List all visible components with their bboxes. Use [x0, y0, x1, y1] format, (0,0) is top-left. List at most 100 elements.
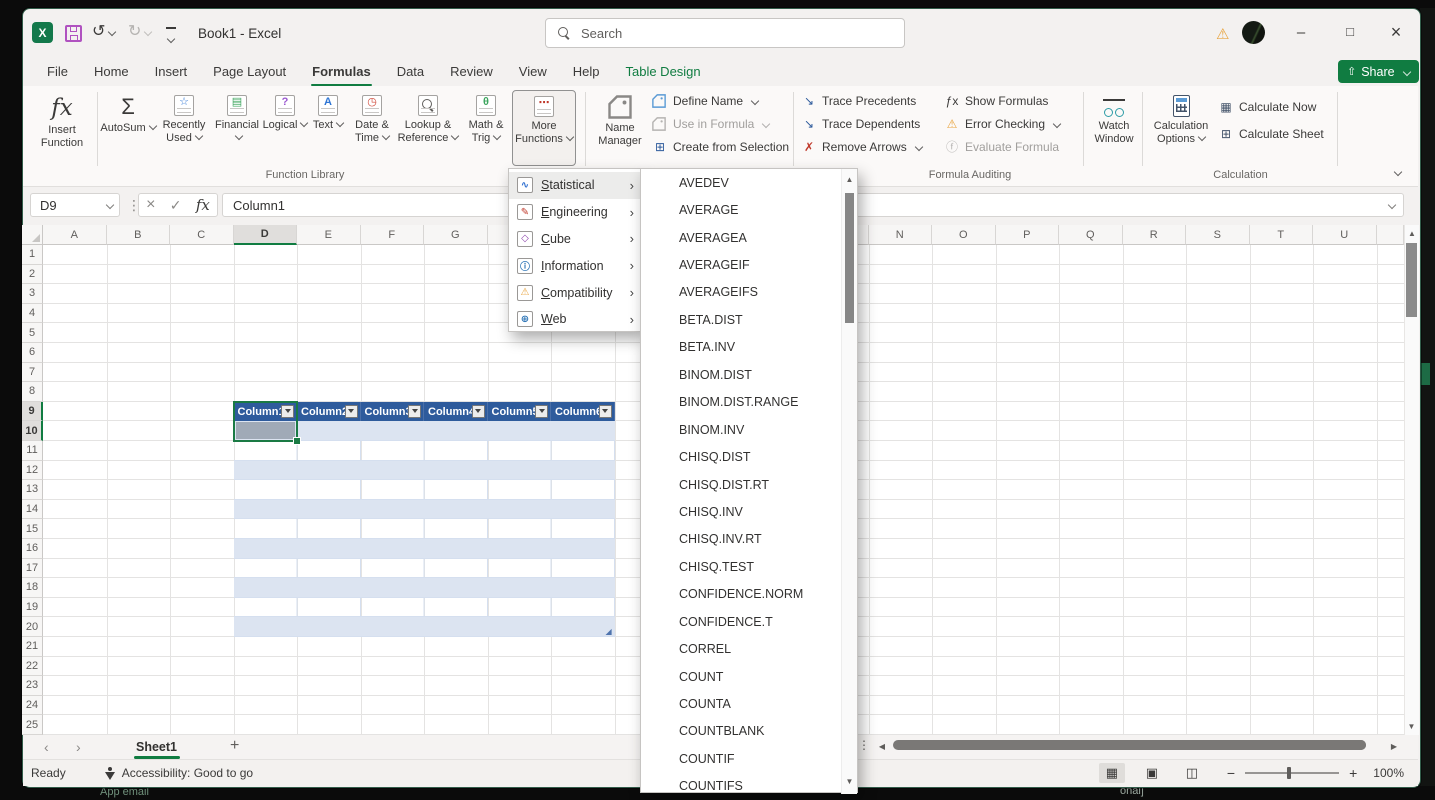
function-item-average[interactable]: AVERAGE	[641, 196, 857, 223]
row-header-2[interactable]: 2	[22, 265, 43, 285]
row-header-10[interactable]: 10	[22, 421, 43, 441]
menu-item-information[interactable]: ⓘInformation›	[509, 252, 640, 279]
undo-button[interactable]: ↺	[92, 24, 115, 40]
tab-file[interactable]: File	[34, 58, 81, 85]
name-manager-button[interactable]: NameManager	[592, 90, 648, 166]
table-row-20[interactable]	[234, 617, 615, 637]
menu-item-web[interactable]: ⊕Web›	[509, 306, 640, 333]
autosum-button[interactable]: ΣAutoSum	[100, 90, 156, 166]
tab-help[interactable]: Help	[560, 58, 613, 85]
function-item-confidence.norm[interactable]: CONFIDENCE.NORM	[641, 581, 857, 608]
account-avatar[interactable]	[1242, 21, 1265, 44]
trace-dependents-button[interactable]: ↘Trace Dependents	[801, 117, 922, 131]
function-item-correl[interactable]: CORREL	[641, 635, 857, 662]
table-row-16[interactable]	[234, 539, 615, 559]
redo-button[interactable]: ↻	[128, 24, 151, 40]
create-from-selection-button[interactable]: ⊞Create from Selection	[652, 140, 789, 154]
table-header-column6[interactable]: Column6	[551, 402, 615, 422]
error-checking-button[interactable]: ⚠Error Checking	[944, 117, 1060, 131]
column-header-C[interactable]: C	[170, 225, 234, 245]
row-header-8[interactable]: 8	[22, 382, 43, 402]
search-input[interactable]: Search	[545, 18, 905, 48]
table-resize-handle[interactable]: ◢	[606, 628, 612, 636]
function-item-confidence.t[interactable]: CONFIDENCE.T	[641, 608, 857, 635]
row-header-17[interactable]: 17	[22, 559, 43, 579]
vertical-scrollbar-thumb[interactable]	[1406, 243, 1417, 317]
row-header-4[interactable]: 4	[22, 304, 43, 324]
scroll-down-icon[interactable]: ▼	[1404, 722, 1419, 731]
new-sheet-button[interactable]: +	[230, 737, 239, 755]
column-header-D[interactable]: D	[234, 225, 298, 245]
minimize-button[interactable]: –	[1286, 24, 1316, 41]
function-item-counta[interactable]: COUNTA	[641, 690, 857, 717]
close-button[interactable]: ×	[1381, 22, 1411, 43]
row-header-7[interactable]: 7	[22, 363, 43, 383]
row-header-9[interactable]: 9	[22, 402, 43, 422]
row-header-12[interactable]: 12	[22, 461, 43, 481]
column-header-P[interactable]: P	[996, 225, 1060, 245]
logical-button[interactable]: ?Logical	[262, 90, 308, 166]
scrollbar-splitter-handle[interactable]: ⋮	[858, 738, 869, 752]
list-scroll-up-icon[interactable]: ▲	[842, 175, 857, 184]
lookup-reference-button[interactable]: Lookup &Reference	[396, 90, 460, 166]
filter-dropdown-column4[interactable]	[472, 405, 485, 418]
collapse-ribbon-icon[interactable]	[1391, 164, 1401, 182]
table-row-19[interactable]	[234, 598, 615, 618]
zoom-in-button[interactable]: +	[1349, 765, 1357, 781]
function-item-binom.dist.range[interactable]: BINOM.DIST.RANGE	[641, 389, 857, 416]
accessibility-status[interactable]: Accessibility: Good to go	[122, 766, 253, 780]
table-header-column1[interactable]: Column1	[234, 402, 298, 422]
column-header-G[interactable]: G	[424, 225, 488, 245]
more-functions-button[interactable]: ⋯MoreFunctions	[512, 90, 576, 166]
enter-icon[interactable]: ✓	[170, 197, 182, 214]
row-header-1[interactable]: 1	[22, 245, 43, 265]
row-header-15[interactable]: 15	[22, 519, 43, 539]
name-box[interactable]: D9	[30, 193, 120, 217]
text-button[interactable]: AText	[308, 90, 348, 166]
menu-item-statistical[interactable]: ∿Statistical›	[509, 172, 640, 199]
cancel-icon[interactable]: ×	[146, 196, 155, 214]
function-item-binom.inv[interactable]: BINOM.INV	[641, 416, 857, 443]
financial-button[interactable]: ▤Financial	[212, 90, 262, 166]
tab-data[interactable]: Data	[384, 58, 437, 85]
filter-dropdown-column5[interactable]	[535, 405, 548, 418]
column-header-S[interactable]: S	[1186, 225, 1250, 245]
column-header-partial[interactable]	[1377, 225, 1405, 245]
row-header-21[interactable]: 21	[22, 637, 43, 657]
function-item-countif[interactable]: COUNTIF	[641, 745, 857, 772]
menu-item-compatibility[interactable]: ⚠Compatibility›	[509, 279, 640, 306]
zoom-slider-track-left[interactable]	[1245, 772, 1287, 774]
function-item-countblank[interactable]: COUNTBLANK	[641, 718, 857, 745]
function-item-chisq.inv[interactable]: CHISQ.INV	[641, 498, 857, 525]
row-header-20[interactable]: 20	[22, 617, 43, 637]
filter-dropdown-column1[interactable]	[281, 405, 294, 418]
filter-dropdown-column6[interactable]	[599, 405, 612, 418]
row-header-3[interactable]: 3	[22, 284, 43, 304]
table-row-14[interactable]	[234, 500, 615, 520]
share-button[interactable]: ⇧ Share	[1338, 60, 1419, 83]
table-header-column5[interactable]: Column5	[488, 402, 552, 422]
row-header-11[interactable]: 11	[22, 441, 43, 461]
column-header-U[interactable]: U	[1313, 225, 1377, 245]
function-item-chisq.inv.rt[interactable]: CHISQ.INV.RT	[641, 526, 857, 553]
select-all-corner[interactable]	[22, 225, 43, 245]
table-header-column4[interactable]: Column4	[424, 402, 488, 422]
insert-function-button[interactable]: fx InsertFunction	[30, 90, 94, 166]
define-name-button[interactable]: Define Name	[652, 94, 789, 108]
sheet-tab-sheet1[interactable]: Sheet1	[136, 740, 177, 754]
zoom-level[interactable]: 100%	[1373, 766, 1404, 780]
table-header-column2[interactable]: Column2	[297, 402, 361, 422]
table-row-18[interactable]	[234, 578, 615, 598]
list-scrollbar[interactable]: ▲ ▼	[841, 169, 857, 794]
hscroll-right-icon[interactable]: ▶	[1388, 742, 1400, 751]
table-header-column3[interactable]: Column3	[361, 402, 425, 422]
hscroll-left-icon[interactable]: ◀	[876, 742, 888, 751]
column-header-E[interactable]: E	[297, 225, 361, 245]
row-header-25[interactable]: 25	[22, 715, 43, 735]
column-header-B[interactable]: B	[107, 225, 171, 245]
row-header-22[interactable]: 22	[22, 657, 43, 677]
column-header-T[interactable]: T	[1250, 225, 1314, 245]
zoom-out-button[interactable]: −	[1227, 765, 1235, 781]
calculate-sheet-button[interactable]: ⊞Calculate Sheet	[1218, 127, 1324, 141]
table-row-15[interactable]	[234, 519, 615, 539]
